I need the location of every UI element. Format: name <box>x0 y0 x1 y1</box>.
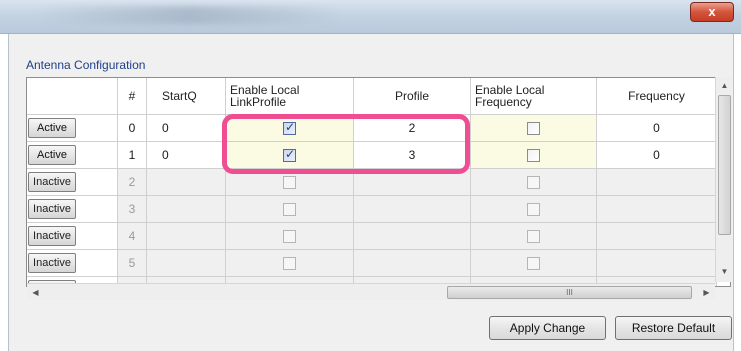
row-frequency <box>597 250 717 277</box>
row-profile <box>354 250 471 277</box>
row-frequency-enable-cell <box>471 169 597 196</box>
linkprofile-checkbox <box>283 229 296 243</box>
row-frequency-enable-cell <box>471 196 597 223</box>
scroll-down-icon[interactable]: ▼ <box>716 263 733 280</box>
window-title-blurred <box>40 6 340 24</box>
row-state-cell: Inactive <box>27 169 118 196</box>
row-linkprofile-cell <box>226 250 354 277</box>
row-startq[interactable]: 0 <box>147 115 226 142</box>
row-state-cell: Inactive <box>27 223 118 250</box>
horizontal-scroll-thumb[interactable]: III <box>447 286 692 299</box>
scroll-up-icon[interactable]: ▲ <box>716 77 733 94</box>
row-frequency <box>597 196 717 223</box>
row-state-cell: Inactive <box>27 196 118 223</box>
row-number: 3 <box>118 196 147 223</box>
vertical-scroll-thumb[interactable] <box>718 95 731 235</box>
row-frequency-enable-cell <box>471 250 597 277</box>
table-row: Inactive 3 <box>27 196 717 223</box>
annotation-highlight <box>222 114 470 174</box>
row-state-button[interactable]: Active <box>28 145 76 165</box>
header-startq: StartQ <box>147 78 226 115</box>
apply-change-button[interactable]: Apply Change <box>489 316 606 340</box>
header-state <box>27 78 118 115</box>
row-frequency[interactable]: 0 <box>597 115 717 142</box>
row-profile <box>354 196 471 223</box>
row-linkprofile-cell <box>226 223 354 250</box>
frequency-enable-checkbox <box>527 175 540 189</box>
antenna-grid: # StartQ Enable Local LinkProfile Profil… <box>26 77 731 287</box>
header-enable-local-linkprofile: Enable Local LinkProfile <box>226 78 354 115</box>
scroll-left-icon[interactable]: ◀ <box>27 284 44 301</box>
header-profile: Profile <box>354 78 471 115</box>
row-state-button[interactable]: Inactive <box>28 226 76 246</box>
frequency-enable-checkbox <box>527 202 540 216</box>
row-startq[interactable]: 0 <box>147 142 226 169</box>
linkprofile-checkbox <box>283 256 296 270</box>
row-number: 5 <box>118 250 147 277</box>
horizontal-scrollbar[interactable]: ◀ III ▶ <box>27 283 715 300</box>
linkprofile-checkbox <box>283 202 296 216</box>
restore-default-button[interactable]: Restore Default <box>615 316 732 340</box>
row-startq <box>147 223 226 250</box>
grid-header-row: # StartQ Enable Local LinkProfile Profil… <box>27 78 717 115</box>
row-state-button[interactable]: Inactive <box>28 253 76 273</box>
row-state-button[interactable]: Inactive <box>28 199 76 219</box>
row-state-cell: Active <box>27 142 118 169</box>
vertical-scrollbar[interactable]: ▲ ▼ <box>715 77 732 282</box>
row-number: 0 <box>118 115 147 142</box>
linkprofile-checkbox <box>283 175 296 189</box>
frequency-enable-checkbox[interactable] <box>527 148 540 162</box>
row-linkprofile-cell <box>226 196 354 223</box>
frequency-enable-checkbox <box>527 229 540 243</box>
row-number: 1 <box>118 142 147 169</box>
close-button[interactable]: x <box>690 2 734 22</box>
row-frequency[interactable]: 0 <box>597 142 717 169</box>
row-frequency-enable-cell <box>471 142 597 169</box>
row-frequency-enable-cell <box>471 115 597 142</box>
row-state-button[interactable]: Inactive <box>28 172 76 192</box>
row-startq <box>147 169 226 196</box>
table-row: Inactive 4 <box>27 223 717 250</box>
header-frequency: Frequency <box>597 78 717 115</box>
title-bar: x <box>0 0 741 34</box>
header-number: # <box>118 78 147 115</box>
row-startq <box>147 196 226 223</box>
frequency-enable-checkbox[interactable] <box>527 121 540 135</box>
row-number: 4 <box>118 223 147 250</box>
row-startq <box>147 250 226 277</box>
frequency-enable-checkbox <box>527 256 540 270</box>
row-state-cell: Active <box>27 115 118 142</box>
header-enable-local-frequency: Enable Local Frequency <box>471 78 597 115</box>
scroll-right-icon[interactable]: ▶ <box>698 284 715 301</box>
row-profile <box>354 223 471 250</box>
group-title: Antenna Configuration <box>26 58 146 72</box>
row-frequency <box>597 169 717 196</box>
table-row: Inactive 5 <box>27 250 717 277</box>
row-frequency-enable-cell <box>471 223 597 250</box>
row-state-cell: Inactive <box>27 250 118 277</box>
row-state-button[interactable]: Active <box>28 118 76 138</box>
row-frequency <box>597 223 717 250</box>
row-number: 2 <box>118 169 147 196</box>
